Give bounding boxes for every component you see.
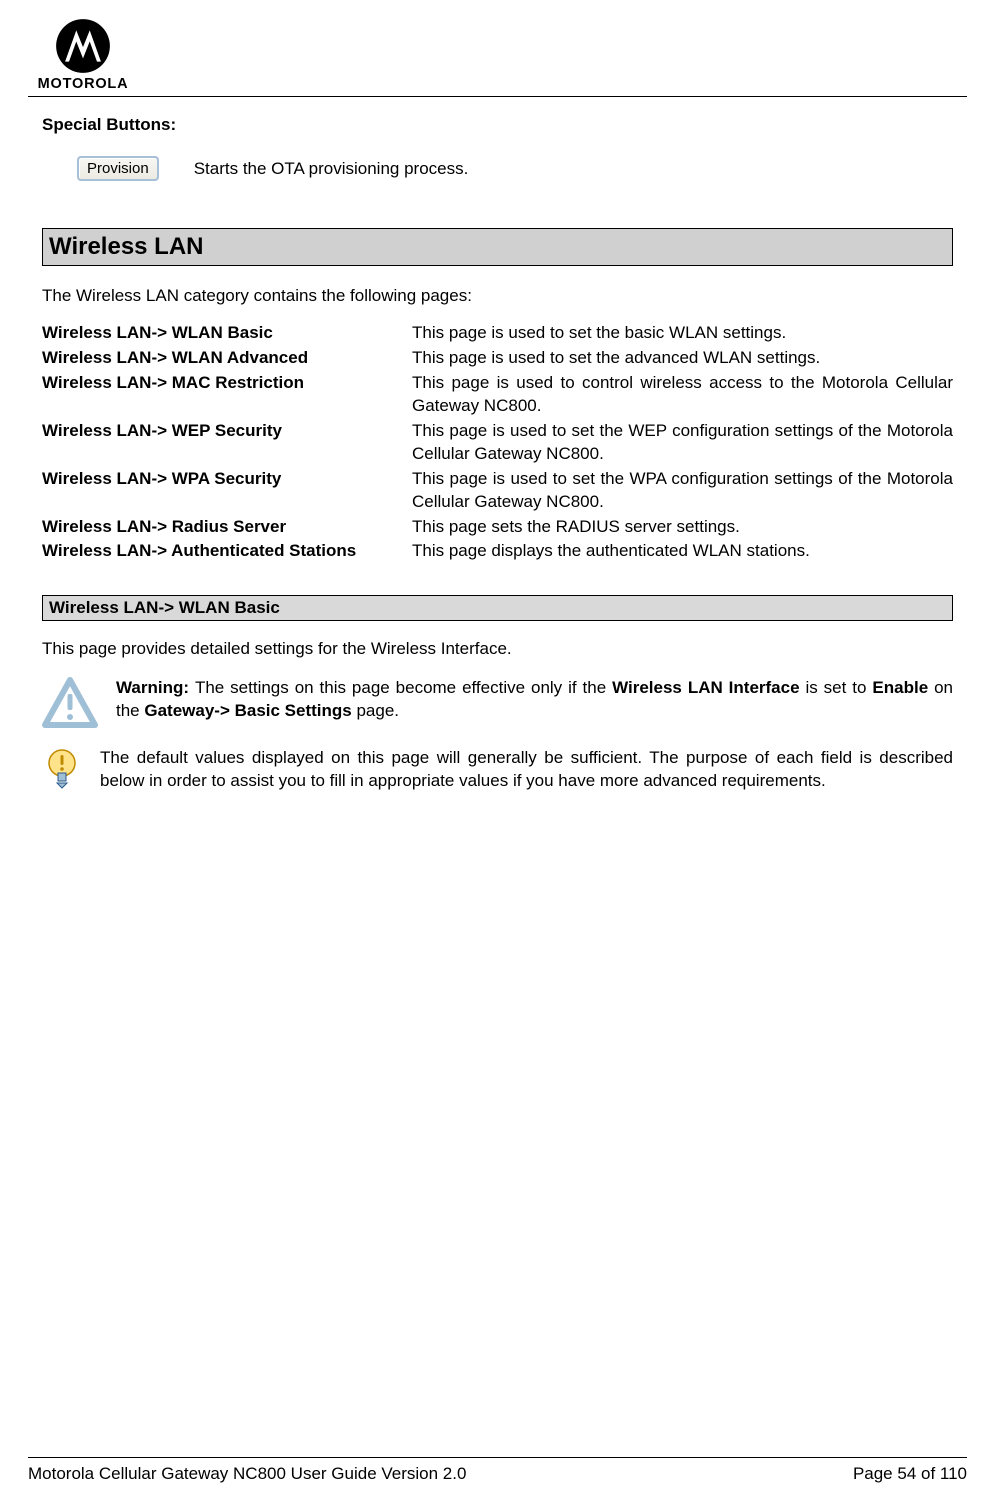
nav-row: Wireless LAN-> WLAN Advanced This page i… — [42, 347, 953, 372]
nav-label: Wireless LAN-> MAC Restriction — [42, 372, 412, 420]
nav-row: Wireless LAN-> WPA Security This page is… — [42, 468, 953, 516]
page-header: MOTOROLA — [28, 18, 967, 97]
nav-desc: This page sets the RADIUS server setting… — [412, 516, 953, 541]
nav-label: Wireless LAN-> WLAN Advanced — [42, 347, 412, 372]
warning-icon — [42, 677, 98, 729]
nav-desc: This page is used to set the advanced WL… — [412, 347, 953, 372]
warning-text: Warning: The settings on this page becom… — [116, 677, 953, 729]
provision-description: Starts the OTA provisioning process. — [194, 159, 469, 179]
nav-row: Wireless LAN-> Radius Server This page s… — [42, 516, 953, 541]
section-title-wireless-lan: Wireless LAN — [42, 228, 953, 266]
warning-callout: Warning: The settings on this page becom… — [42, 677, 953, 729]
brand-logo: MOTOROLA — [28, 18, 138, 92]
nav-row: Wireless LAN-> MAC Restriction This page… — [42, 372, 953, 420]
nav-desc: This page is used to set the basic WLAN … — [412, 322, 953, 347]
nav-row: Wireless LAN-> WLAN Basic This page is u… — [42, 322, 953, 347]
tip-callout: The default values displayed on this pag… — [42, 747, 953, 793]
nav-row: Wireless LAN-> Authenticated Stations Th… — [42, 540, 953, 565]
provision-button[interactable]: Provision — [78, 157, 158, 180]
nav-label: Wireless LAN-> Radius Server — [42, 516, 412, 541]
footer-left: Motorola Cellular Gateway NC800 User Gui… — [28, 1464, 466, 1484]
nav-desc: This page is used to control wireless ac… — [412, 372, 953, 420]
brand-name: MOTOROLA — [38, 76, 129, 92]
nav-label: Wireless LAN-> WPA Security — [42, 468, 412, 516]
sub-section-title: Wireless LAN-> WLAN Basic — [42, 595, 953, 621]
provision-row: Provision Starts the OTA provisioning pr… — [78, 157, 953, 180]
nav-label: Wireless LAN-> WEP Security — [42, 420, 412, 468]
sub-section-intro: This page provides detailed settings for… — [42, 639, 953, 659]
tip-text: The default values displayed on this pag… — [100, 747, 953, 793]
page-footer: Motorola Cellular Gateway NC800 User Gui… — [28, 1457, 967, 1484]
special-buttons-heading: Special Buttons: — [42, 115, 953, 135]
nav-label: Wireless LAN-> Authenticated Stations — [42, 540, 412, 565]
nav-label: Wireless LAN-> WLAN Basic — [42, 322, 412, 347]
tip-icon — [42, 747, 82, 793]
footer-right: Page 54 of 110 — [853, 1464, 967, 1484]
nav-desc: This page is used to set the WEP configu… — [412, 420, 953, 468]
nav-row: Wireless LAN-> WEP Security This page is… — [42, 420, 953, 468]
section-intro: The Wireless LAN category contains the f… — [42, 286, 953, 306]
nav-desc: This page displays the authenticated WLA… — [412, 540, 953, 565]
motorola-icon — [55, 18, 111, 74]
nav-table: Wireless LAN-> WLAN Basic This page is u… — [42, 322, 953, 565]
nav-desc: This page is used to set the WPA configu… — [412, 468, 953, 516]
